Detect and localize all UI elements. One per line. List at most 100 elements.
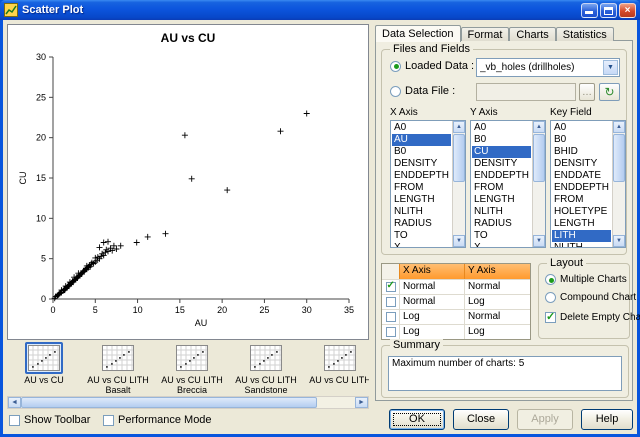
list-item[interactable]: NLITH: [392, 206, 451, 218]
list-item[interactable]: B0: [392, 146, 451, 158]
list-item[interactable]: LITH: [552, 230, 611, 242]
tab-statistics[interactable]: Statistics: [556, 27, 614, 41]
scroll-down-arrow[interactable]: ▼: [533, 235, 545, 247]
listbox-y-axis[interactable]: A0B0CUDENSITYENDDEPTHFROMLENGTHNLITHRADI…: [470, 120, 546, 248]
combo-dropdown-icon[interactable]: ▼: [603, 60, 618, 75]
scroll-left-arrow[interactable]: ◄: [8, 397, 21, 408]
list-item[interactable]: ENDDATE: [552, 170, 611, 182]
close-button[interactable]: ×: [619, 3, 636, 18]
list-item[interactable]: DENSITY: [392, 158, 451, 170]
performance-mode-option[interactable]: Performance Mode: [103, 414, 212, 426]
list-item[interactable]: RADIUS: [472, 218, 531, 230]
list-item[interactable]: NLITH: [472, 206, 531, 218]
list-scrollbar[interactable]: ▲▼: [532, 121, 545, 247]
compound-chart-option[interactable]: Compound Chart: [545, 292, 636, 303]
list-item[interactable]: ENDDEPTH: [392, 170, 451, 182]
minimize-button[interactable]: [581, 3, 598, 18]
row-checkbox[interactable]: [386, 312, 396, 322]
scroll-up-arrow[interactable]: ▲: [533, 121, 545, 133]
list-item[interactable]: LENGTH: [552, 218, 611, 230]
list-item[interactable]: TO: [392, 230, 451, 242]
refresh-button[interactable]: ↻: [599, 83, 620, 101]
multiple-charts-option[interactable]: Multiple Charts: [545, 274, 627, 285]
show-toolbar-option[interactable]: Show Toolbar: [9, 414, 90, 426]
scroll-up-arrow[interactable]: ▲: [613, 121, 625, 133]
x-scale-cell[interactable]: Log: [399, 310, 464, 324]
scroll-down-arrow[interactable]: ▼: [613, 235, 625, 247]
list-item[interactable]: DENSITY: [552, 158, 611, 170]
tab-charts[interactable]: Charts: [509, 27, 555, 41]
scroll-right-arrow[interactable]: ►: [355, 397, 368, 408]
browse-button[interactable]: …: [579, 83, 595, 101]
close-dialog-button[interactable]: Close: [453, 409, 509, 430]
data-file-option[interactable]: Data File :: [390, 85, 455, 97]
row-checkbox[interactable]: [386, 327, 396, 337]
list-item[interactable]: LENGTH: [392, 194, 451, 206]
list-item[interactable]: ENDDEPTH: [472, 170, 531, 182]
vscrollbar-thumb[interactable]: [453, 134, 465, 182]
vscrollbar-thumb[interactable]: [613, 134, 625, 182]
listbox-x-axis[interactable]: A0AUB0DENSITYENDDEPTHFROMLENGTHNLITHRADI…: [390, 120, 466, 248]
scroll-up-arrow[interactable]: ▲: [453, 121, 465, 133]
titlebar[interactable]: Scatter Plot ×: [0, 0, 640, 20]
chart-thumbnail[interactable]: AU vs CU LITH Breccia: [155, 342, 229, 394]
list-item[interactable]: TO: [472, 230, 531, 242]
multiple-charts-radio[interactable]: [545, 274, 556, 285]
list-item[interactable]: DENSITY: [472, 158, 531, 170]
axis-table-row[interactable]: NormalLog: [382, 294, 530, 309]
y-scale-cell[interactable]: Normal: [464, 280, 530, 294]
list-item[interactable]: HOLETYPE: [552, 206, 611, 218]
list-item[interactable]: CU: [472, 146, 531, 158]
y-scale-cell[interactable]: Normal: [464, 310, 530, 324]
tab-data-selection[interactable]: Data Selection: [375, 25, 461, 42]
tab-format[interactable]: Format: [461, 27, 510, 41]
performance-mode-checkbox[interactable]: [103, 415, 114, 426]
chart-thumbnail[interactable]: AU vs CU LITH Sandstone: [229, 342, 303, 394]
list-item[interactable]: B0: [472, 134, 531, 146]
ok-button[interactable]: OK: [389, 409, 445, 430]
list-item[interactable]: ENDDEPTH: [552, 182, 611, 194]
delete-empty-charts-checkbox[interactable]: [545, 312, 556, 323]
list-scrollbar[interactable]: ▲▼: [612, 121, 625, 247]
data-file-radio[interactable]: [390, 86, 401, 97]
compound-chart-radio[interactable]: [545, 292, 556, 303]
list-item[interactable]: B0: [552, 134, 611, 146]
help-button[interactable]: Help: [581, 409, 633, 430]
list-item[interactable]: X: [392, 242, 451, 248]
delete-empty-charts-option[interactable]: Delete Empty Charts: [545, 312, 640, 323]
list-scrollbar[interactable]: ▲▼: [452, 121, 465, 247]
list-item[interactable]: A0: [552, 122, 611, 134]
loaded-data-option[interactable]: Loaded Data :: [390, 60, 474, 72]
apply-button[interactable]: Apply: [517, 409, 573, 430]
list-item[interactable]: A0: [392, 122, 451, 134]
hscrollbar-thumb[interactable]: [21, 397, 317, 408]
list-item[interactable]: X: [472, 242, 531, 248]
show-toolbar-checkbox[interactable]: [9, 415, 20, 426]
list-item[interactable]: A0: [472, 122, 531, 134]
list-item[interactable]: NLITH: [552, 242, 611, 248]
chart-thumbnail[interactable]: AU vs CU LITH: [303, 342, 369, 394]
list-item[interactable]: LENGTH: [472, 194, 531, 206]
vscrollbar-thumb[interactable]: [533, 134, 545, 182]
axis-table-row[interactable]: NormalNormal: [382, 279, 530, 294]
list-item[interactable]: FROM: [472, 182, 531, 194]
list-item[interactable]: RADIUS: [392, 218, 451, 230]
chart-thumbnail[interactable]: AU vs CU: [7, 342, 81, 394]
listbox-key-field[interactable]: A0B0BHIDDENSITYENDDATEENDDEPTHFROMHOLETY…: [550, 120, 626, 248]
y-scale-cell[interactable]: Log: [464, 325, 530, 339]
chart-thumbnail[interactable]: AU vs CU LITH Basalt: [81, 342, 155, 394]
axis-table-row[interactable]: LogLog: [382, 324, 530, 339]
loaded-data-radio[interactable]: [390, 61, 401, 72]
axis-table-row[interactable]: LogNormal: [382, 309, 530, 324]
x-scale-cell[interactable]: Normal: [399, 295, 464, 309]
row-checkbox[interactable]: [386, 297, 396, 307]
data-file-input[interactable]: [476, 83, 576, 101]
list-item[interactable]: BHID: [552, 146, 611, 158]
loaded-data-combo[interactable]: _vb_holes (drillholes) ▼: [476, 58, 620, 77]
row-checkbox[interactable]: [386, 282, 396, 292]
list-item[interactable]: FROM: [552, 194, 611, 206]
list-item[interactable]: FROM: [392, 182, 451, 194]
x-scale-cell[interactable]: Normal: [399, 280, 464, 294]
scroll-down-arrow[interactable]: ▼: [453, 235, 465, 247]
x-scale-cell[interactable]: Log: [399, 325, 464, 339]
